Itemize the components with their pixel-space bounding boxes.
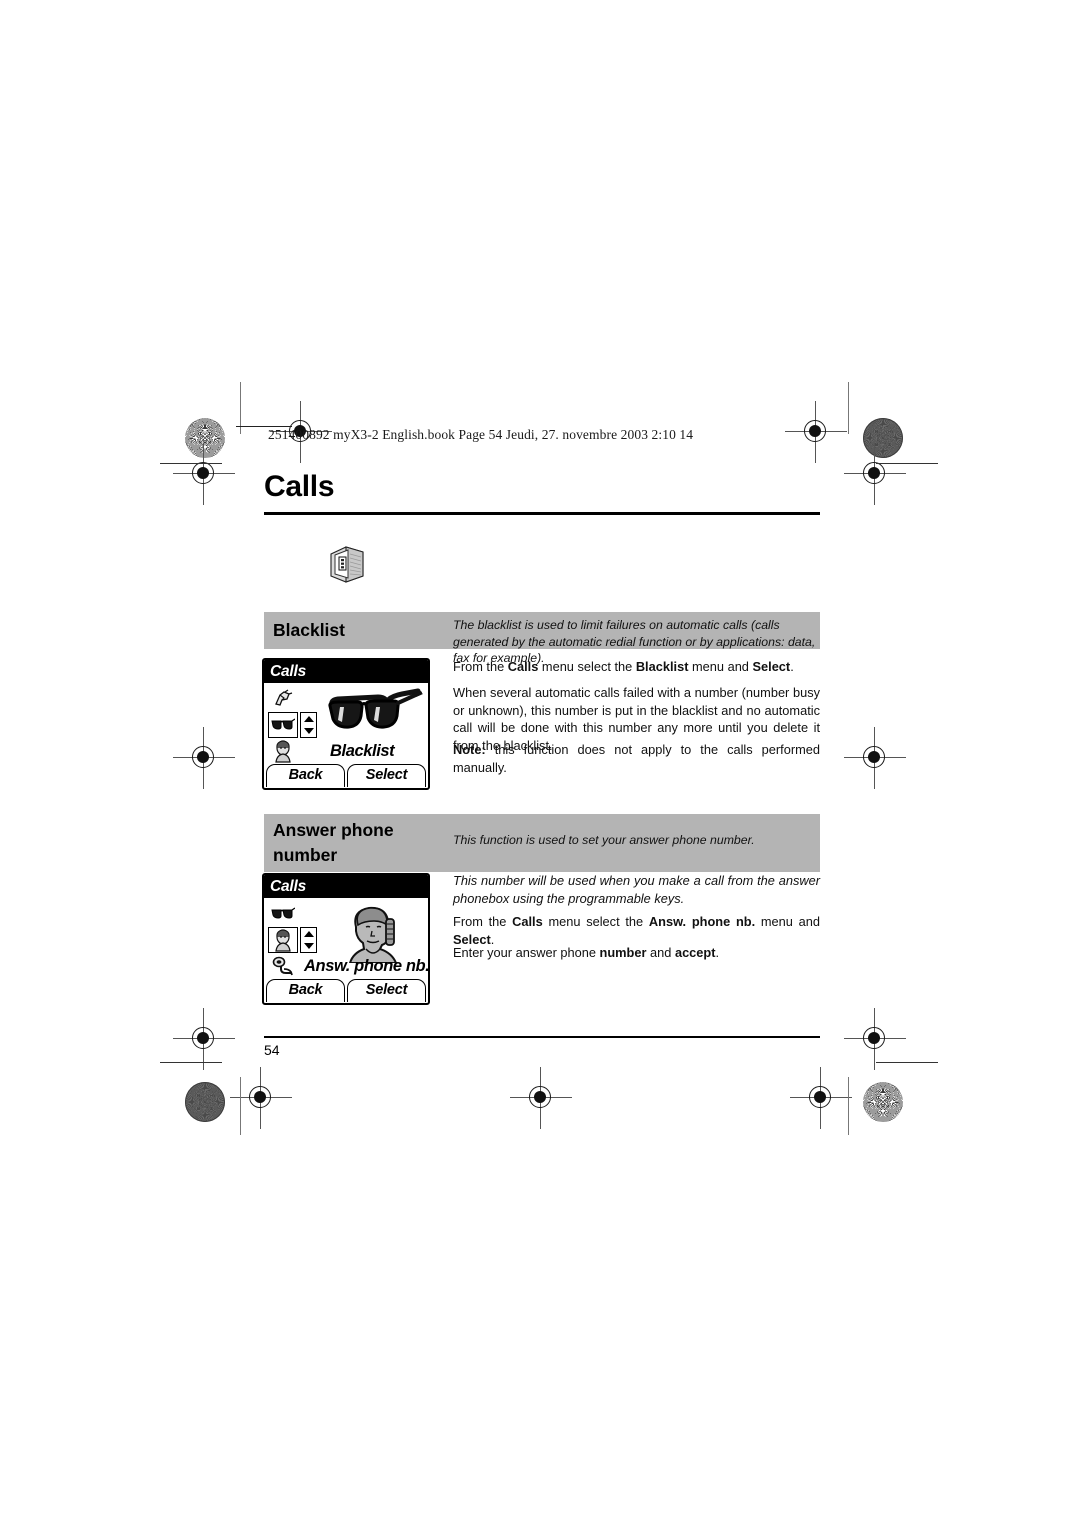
page-number: 54 <box>264 1042 280 1058</box>
screen-menu-label-answer-phone: Answ. phone nb. <box>304 957 430 975</box>
crop-rule-right <box>848 382 850 434</box>
phone-handset-icon[interactable] <box>268 953 298 979</box>
crop-line-right-lower <box>876 1062 938 1064</box>
section-title-answer-phone: Answer phone number <box>273 818 448 868</box>
sunglasses-icon[interactable] <box>268 901 298 927</box>
scroll-arrows-answer-phone[interactable] <box>300 927 317 953</box>
registration-target-bottom-left <box>230 1067 292 1129</box>
phone-screen-answer-phone: Calls Answ. phone nb. Back Select <box>262 873 430 1005</box>
folder-icon <box>322 540 368 586</box>
screen-softkeys-blacklist: Back Select <box>266 764 426 787</box>
crop-line-left-lower <box>160 1062 222 1064</box>
screen-menu-label-blacklist: Blacklist <box>330 742 395 760</box>
registration-target-bottom-center <box>510 1067 572 1129</box>
rosette-mark-top-left <box>185 418 225 458</box>
blacklist-paragraph-3: Note: this function does not apply to th… <box>453 742 820 775</box>
softkey-back-blacklist[interactable]: Back <box>266 764 345 787</box>
registration-target-bottom-right <box>790 1067 852 1129</box>
softkey-back-answer-phone[interactable]: Back <box>266 979 345 1002</box>
footer-rule <box>264 1036 820 1039</box>
registration-target-right-lower <box>844 1008 906 1070</box>
page-title-rule <box>264 512 820 515</box>
registration-target-right-upper <box>844 443 906 505</box>
crop-rule-bottom-left <box>240 1077 242 1135</box>
answer-phone-paragraph-2: From the Calls menu select the Answ. pho… <box>453 914 820 947</box>
section-title-blacklist: Blacklist <box>273 620 345 640</box>
arrow-up-icon[interactable] <box>303 931 314 937</box>
section-description-answer-phone: This function is used to set your answer… <box>453 833 755 847</box>
rosette-mark-bottom-right <box>863 1082 903 1122</box>
section-title-line2: number <box>273 845 338 865</box>
screen-softkeys-answer-phone: Back Select <box>266 979 426 1002</box>
sunglasses-icon[interactable] <box>268 712 298 738</box>
person-head-icon[interactable] <box>268 738 298 764</box>
answer-phone-paragraph-1: This number will be used when you make a… <box>453 873 820 906</box>
screen-titlebar-answer-phone: Calls <box>264 875 428 898</box>
crop-rule-bottom-right <box>848 1077 850 1135</box>
arrow-down-icon[interactable] <box>303 943 314 949</box>
answer-phone-paragraph-3: Enter your answer phone number and accep… <box>453 945 720 960</box>
screen-icon-column-answer-phone <box>268 901 302 979</box>
rosette-mark-bottom-left <box>185 1082 225 1122</box>
registration-target-left-middle <box>173 727 235 789</box>
crop-line-right-upper <box>876 463 938 465</box>
page-title: Calls <box>264 470 335 503</box>
broken-phone-icon[interactable] <box>268 686 298 712</box>
person-head-icon[interactable] <box>268 927 298 953</box>
registration-target-left-lower <box>173 1008 235 1070</box>
blacklist-paragraph-1: From the Calls menu select the Blacklist… <box>453 659 794 674</box>
screen-icon-column-blacklist <box>268 686 302 764</box>
arrow-up-icon[interactable] <box>303 716 314 722</box>
scroll-arrows-blacklist[interactable] <box>300 712 317 738</box>
screen-titlebar-blacklist: Calls <box>264 660 428 683</box>
softkey-select-blacklist[interactable]: Select <box>347 764 426 787</box>
print-header-text: 251400892 myX3-2 English.book Page 54 Je… <box>268 427 694 442</box>
registration-target-top-right <box>785 401 847 463</box>
arrow-down-icon[interactable] <box>303 728 314 734</box>
crop-line-left-upper <box>160 463 222 465</box>
section-title-line1: Answer phone <box>273 820 394 840</box>
registration-target-left-upper <box>173 443 235 505</box>
softkey-select-answer-phone[interactable]: Select <box>347 979 426 1002</box>
registration-target-right-middle <box>844 727 906 789</box>
phone-screen-blacklist: Calls Blacklist Back Select <box>262 658 430 790</box>
rosette-mark-top-right <box>863 418 903 458</box>
